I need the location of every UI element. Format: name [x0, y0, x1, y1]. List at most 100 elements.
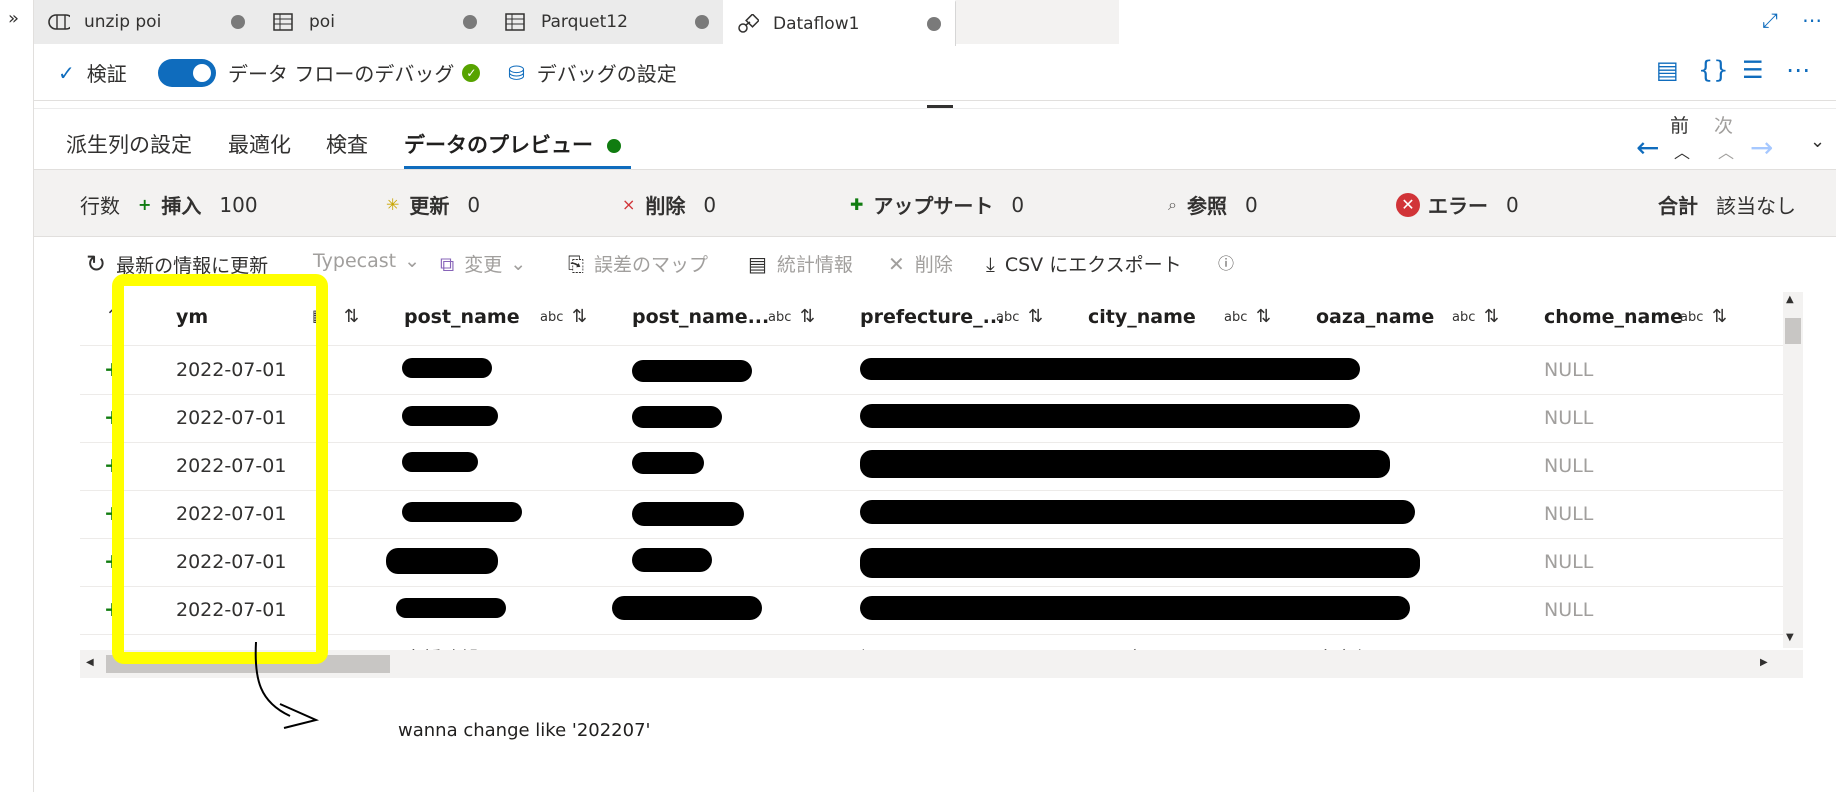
scroll-left-icon[interactable]: ◀	[86, 657, 94, 668]
cell-chome-name: NULL	[1544, 455, 1594, 477]
modify-dropdown[interactable]: ⧉ 変更 ⌄	[440, 250, 526, 277]
sort-icon[interactable]: ⇅	[1028, 306, 1043, 327]
delete-value: 0	[703, 192, 717, 217]
vertical-scroll-thumb[interactable]	[1785, 318, 1801, 344]
sort-icon[interactable]: ⇅	[1256, 306, 1271, 327]
arrow-left-icon[interactable]: ←	[1636, 131, 1659, 164]
tab-derived-column-settings[interactable]: 派生列の設定	[66, 129, 192, 159]
validate-button[interactable]: ✓ 検証	[58, 58, 127, 87]
arrow-right-icon[interactable]: →	[1750, 131, 1773, 164]
tab-label: データのプレビュー	[404, 133, 593, 157]
redaction-mark	[396, 598, 506, 618]
insert-plus-icon: +	[138, 195, 152, 214]
redaction-mark	[860, 596, 1410, 620]
toggle-switch[interactable]	[158, 58, 216, 87]
next-label[interactable]: 次	[1714, 111, 1733, 138]
highlight-annotation	[112, 274, 328, 664]
type-string-icon: abc	[1680, 310, 1704, 325]
redaction-mark	[402, 406, 498, 426]
rows-label: 行数	[80, 194, 120, 218]
delete-stat: × 削除 0	[622, 190, 716, 219]
map-drifted-button[interactable]: ⎘ 誤差のマップ	[568, 250, 708, 277]
tab-label: Dataflow1	[773, 14, 860, 34]
update-stat: ✳ 更新 0	[386, 190, 480, 219]
stats-bar: 行数 + 挿入 100 ✳ 更新 0 × 削除 0 ✚ アップサート 0 ⌕ 参…	[34, 170, 1836, 237]
pipeline-icon	[48, 13, 70, 31]
chevron-down-icon: ⌄	[404, 250, 421, 272]
properties-icon[interactable]: ☰	[1742, 56, 1764, 84]
type-string-icon: abc	[1452, 310, 1476, 325]
expand-chevron-icon[interactable]: »	[8, 8, 19, 29]
sort-icon[interactable]: ⇅	[800, 306, 815, 327]
redaction-mark	[402, 358, 492, 378]
column-header-post-name[interactable]: post_name	[404, 306, 520, 328]
script-icon[interactable]: ▤	[1656, 56, 1679, 84]
unsaved-dot-icon[interactable]	[927, 17, 941, 31]
vertical-scrollbar[interactable]	[1783, 292, 1803, 648]
sort-icon[interactable]: ⇅	[1712, 306, 1727, 327]
cell-chome-name: NULL	[1544, 407, 1594, 429]
column-header-post-name-2[interactable]: post_name...	[632, 306, 769, 328]
modify-icon: ⧉	[440, 251, 455, 276]
redaction-mark	[612, 596, 762, 620]
map-drifted-icon: ⎘	[568, 251, 584, 276]
sort-icon[interactable]: ⇅	[572, 306, 587, 327]
redaction-mark	[632, 406, 722, 428]
statistics-button[interactable]: ▤ 統計情報	[748, 250, 853, 277]
scroll-down-icon[interactable]: ▼	[1786, 632, 1794, 643]
close-icon: ✕	[888, 251, 905, 276]
more-icon[interactable]: ⋯	[1786, 56, 1810, 84]
debug-settings-button[interactable]: ⛁ デバッグの設定	[508, 58, 677, 87]
insert-value: 100	[219, 192, 258, 217]
rows-stat: 行数 + 挿入 100	[80, 190, 258, 219]
export-csv-button[interactable]: ⤓ CSV にエクスポート	[986, 250, 1182, 277]
tab-poi[interactable]: poi	[259, 0, 492, 44]
sort-icon[interactable]: ⇅	[1484, 306, 1499, 327]
debug-toggle[interactable]: データ フローのデバッグ ✓	[158, 58, 481, 87]
column-header-oaza-name[interactable]: oaza_name	[1316, 306, 1434, 328]
map-drifted-label: 誤差のマップ	[594, 254, 709, 276]
tab-parquet12[interactable]: Parquet12	[491, 0, 724, 44]
tab-unzip-poi[interactable]: unzip poi	[34, 0, 260, 44]
expand-icon[interactable]: ⤢	[1762, 8, 1778, 32]
column-header-city-name[interactable]: city_name	[1088, 306, 1196, 328]
left-rail: »	[0, 0, 34, 792]
data-preview-grid: ⇅ ym ▦ ⇅ post_name abc ⇅ post_name... ab…	[80, 292, 1803, 678]
redaction-mark	[860, 450, 1390, 478]
unsaved-dot-icon[interactable]	[231, 15, 245, 29]
annotation-note: wanna change like '202207'	[398, 720, 651, 741]
debug-settings-label: デバッグの設定	[536, 62, 677, 86]
arrow-annotation-icon	[254, 641, 320, 729]
remove-button[interactable]: ✕ 削除	[888, 250, 953, 277]
redaction-mark	[632, 360, 752, 382]
download-icon: ⤓	[986, 251, 995, 276]
unsaved-dot-icon[interactable]	[695, 15, 709, 29]
tab-dataflow1[interactable]: Dataflow1	[723, 0, 956, 46]
tab-optimize[interactable]: 最適化	[228, 129, 291, 159]
sort-icon[interactable]: ⇅	[344, 306, 359, 327]
active-tab-underline	[404, 166, 631, 169]
scroll-up-icon[interactable]: ▲	[1786, 294, 1794, 305]
more-icon[interactable]: ⋯	[1802, 8, 1822, 32]
tab-data-preview[interactable]: データのプレビュー	[404, 129, 621, 159]
upsert-icon: ✚	[850, 195, 864, 214]
cell-chome-name: NULL	[1544, 359, 1594, 381]
dataflow-icon	[737, 14, 759, 33]
typecast-dropdown[interactable]: Typecast ⌄	[313, 250, 420, 272]
column-header-chome-name[interactable]: chome_name	[1544, 306, 1683, 328]
tab-inspect[interactable]: 検査	[326, 129, 368, 159]
prev-label[interactable]: 前	[1670, 111, 1689, 138]
unsaved-dot-icon[interactable]	[463, 15, 477, 29]
lookup-value: 0	[1244, 192, 1258, 217]
chevron-down-icon[interactable]: ⌄	[1810, 131, 1825, 152]
tab-label: poi	[309, 12, 335, 32]
type-string-icon: abc	[1224, 310, 1248, 325]
code-braces-icon[interactable]: {}	[1698, 56, 1729, 84]
tab-bar: unzip poi poi Parquet12 Dataflow1 ⤢ ⋯	[34, 0, 1836, 46]
upsert-stat: ✚ アップサート 0	[850, 190, 1024, 219]
column-header-prefecture[interactable]: prefecture_...	[860, 306, 1004, 328]
info-icon[interactable]: ⓘ	[1218, 250, 1234, 274]
scroll-right-icon[interactable]: ▶	[1760, 657, 1768, 668]
chevron-down-icon: ⌄	[510, 252, 527, 275]
table-icon	[273, 13, 295, 31]
